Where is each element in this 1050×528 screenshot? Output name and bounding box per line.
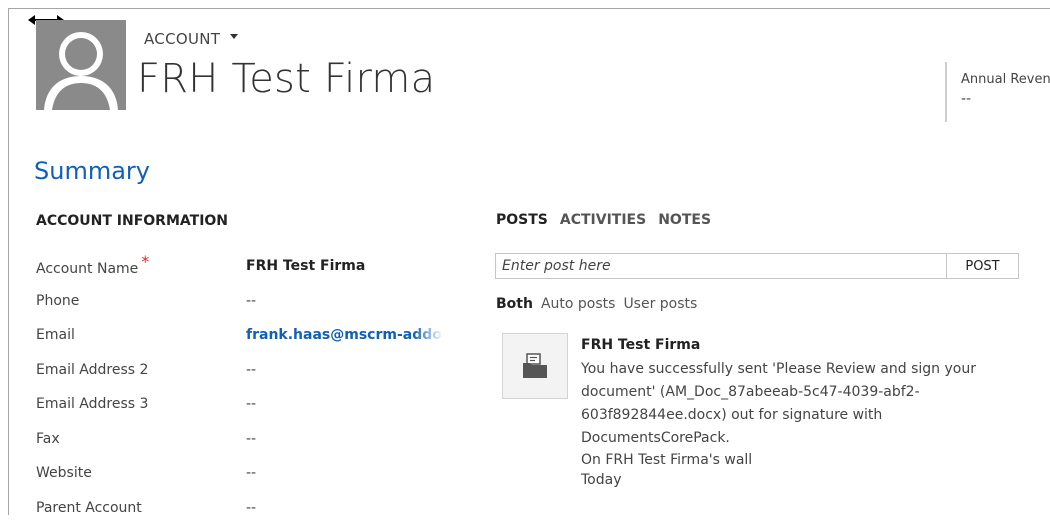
field-label: Parent Account [36,499,142,516]
activity-tabs: POSTS ACTIVITIES NOTES [496,212,711,228]
field-label: Account Name * [36,252,150,277]
avatar-placeholder-icon [36,20,126,110]
filter-auto-posts[interactable]: Auto posts [541,296,615,312]
field-label: Fax [36,430,60,447]
field-value-email-address-2[interactable]: -- [246,362,446,378]
tab-notes[interactable]: NOTES [658,212,711,228]
field-label: Email Address 3 [36,396,149,412]
caret-down-icon [230,33,239,39]
field-value-website[interactable]: -- [246,465,446,481]
field-value-parent-account[interactable]: -- [246,500,446,516]
post-filters: Both Auto posts User posts [496,296,697,312]
field-label: Website [36,465,92,481]
field-value-fax[interactable]: -- [246,431,446,447]
field-value-phone[interactable]: -- [246,293,446,309]
field-value-email-link[interactable]: frank.haas@mscrm-addons.com [246,327,443,343]
header-field-label: Annual Revenue [961,72,1050,87]
section-title-account-information: ACCOUNT INFORMATION [36,213,229,229]
post-timestamp: Today [581,472,622,488]
record-title: FRH Test Firma [137,56,436,102]
post-text: You have successfully sent 'Please Revie… [581,361,976,446]
filter-user-posts[interactable]: User posts [623,296,697,312]
post-thumbnail [502,333,568,399]
entity-type-selector[interactable]: ACCOUNT [144,30,239,48]
post-input[interactable] [495,253,947,279]
post-wall: On FRH Test Firma's wall [581,452,753,468]
field-value-email-address-3[interactable]: -- [246,396,446,412]
field-label: Email Address 2 [36,361,149,378]
filter-both[interactable]: Both [496,296,533,312]
post-button[interactable]: POST [946,253,1019,279]
tab-posts[interactable]: POSTS [496,212,548,228]
field-label: Email [36,327,75,343]
field-value-account-name[interactable]: FRH Test Firma [246,258,446,274]
document-post-icon [523,353,547,378]
post-item: FRH Test Firma You have successfully sen… [581,334,1021,490]
entity-type-label: ACCOUNT [144,30,221,48]
post-author[interactable]: FRH Test Firma [581,334,1021,357]
field-label: Phone [36,292,80,309]
tab-activities[interactable]: ACTIVITIES [560,212,646,228]
required-marker: * [141,252,150,271]
summary-tab-title[interactable]: Summary [34,157,150,185]
header-field-value: -- [961,91,972,107]
header-field-annual-revenue[interactable]: Annual Revenue -- [945,62,1050,122]
avatar[interactable] [36,20,126,110]
